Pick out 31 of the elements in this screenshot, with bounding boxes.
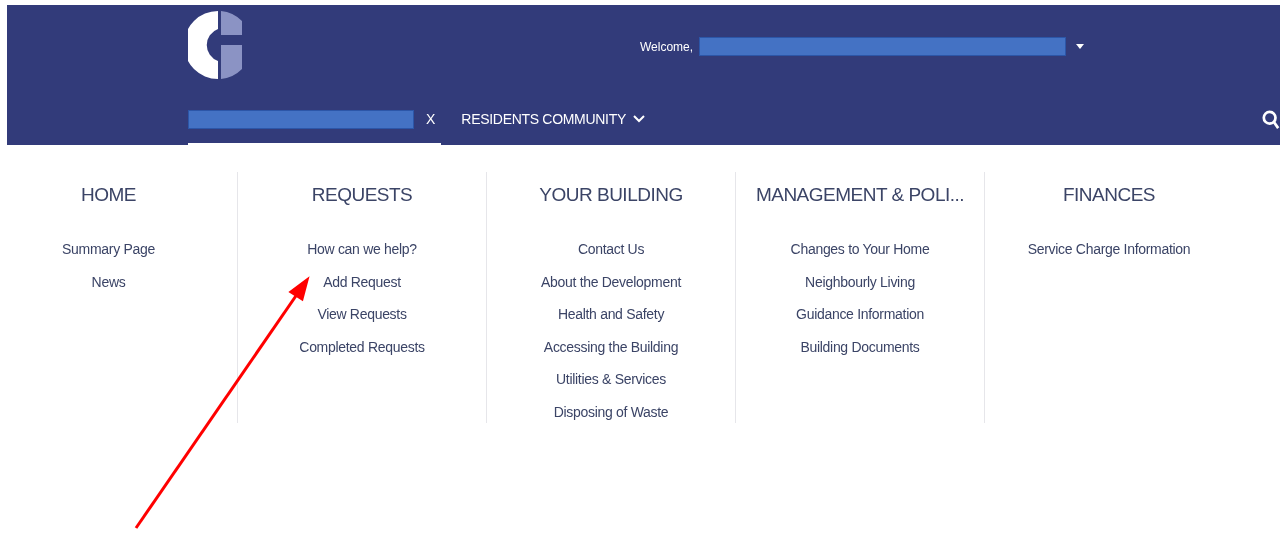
menu-link[interactable]: Contact Us (577, 233, 645, 266)
menu-link[interactable]: Add Request (323, 265, 401, 298)
tab-label: RESIDENTS COMMUNITY (461, 111, 626, 127)
menu-link[interactable]: Service Charge Information (1027, 233, 1191, 266)
menu-link[interactable]: Summary Page (62, 233, 155, 266)
menu-heading[interactable]: HOME (81, 184, 136, 206)
menu-link[interactable]: Health and Safety (557, 298, 665, 331)
menu-heading[interactable]: YOUR BUILDING (539, 184, 683, 206)
menu-link[interactable]: Building Documents (800, 330, 920, 363)
welcome-text: Welcome, (640, 39, 694, 54)
menu-heading[interactable]: FINANCES (1062, 184, 1156, 206)
menu-heading[interactable]: MANAGEMENT & POLI... (755, 184, 965, 206)
caret-icon[interactable] (1076, 44, 1085, 49)
search-icon[interactable] (1262, 110, 1280, 130)
menu-link[interactable]: Completed Requests (299, 330, 425, 363)
chevron-icon (633, 115, 645, 123)
menu-link[interactable]: How can we help? (307, 233, 417, 266)
menu-link[interactable]: Neighbourly Living (805, 265, 915, 298)
close-button[interactable]: X (426, 111, 436, 127)
logo-icon[interactable] (188, 9, 244, 81)
menu-heading[interactable]: REQUESTS (311, 184, 413, 206)
menu-link[interactable]: Changes to Your Home (790, 233, 930, 266)
menu-link[interactable]: Guidance Information (796, 298, 924, 331)
menu-link[interactable]: About the Development (541, 265, 681, 298)
menu-link[interactable]: Disposing of Waste (553, 395, 669, 428)
menu-link[interactable]: Utilities & Services (556, 363, 666, 396)
menu-link[interactable]: View Requests (317, 298, 407, 331)
menu-link[interactable]: News (91, 265, 126, 298)
menu-link[interactable]: Accessing the Building (543, 330, 679, 363)
nav-tab[interactable]: RESIDENTS COMMUNITY (461, 95, 645, 145)
nav-tab[interactable]: X (188, 95, 442, 145)
